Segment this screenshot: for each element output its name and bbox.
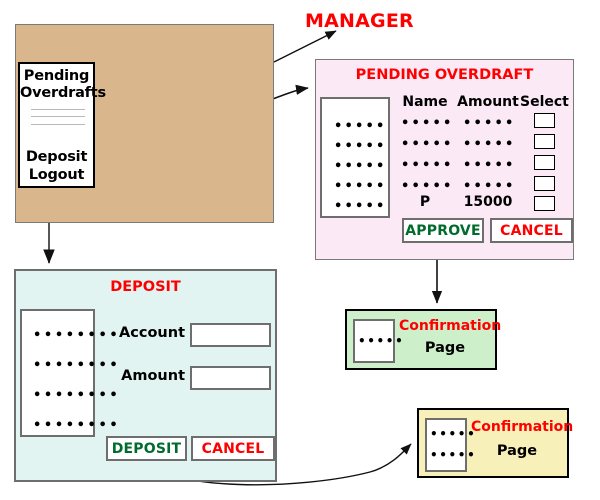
deposit-list-box[interactable]: •••••••• •••••••• •••••••• •••••••• [20,309,118,437]
pending-cancel-button[interactable]: CANCEL [490,218,573,243]
menu-item-logout[interactable]: Logout [20,167,93,183]
manager-label: MANAGER [305,10,414,32]
confirmation-title: Confirmation [399,318,502,334]
pending-list-box[interactable]: ••••• ••••• ••••• ••••• ••••• [320,97,390,218]
customer-menu-box: Pending Overdrafts Deposit Logout [18,62,106,188]
confirmation-subtitle: Page [424,340,466,356]
diagram-canvas: MANAGER Pending Overdrafts Deposit Logou… [0,0,600,500]
cell-name: P [419,194,431,210]
list-item: •••••••• [33,358,121,373]
deposit-title: DEPOSIT [110,279,181,295]
cell-name: ••••• [401,137,454,152]
list-item: •••••••• [33,328,121,343]
list-item: ••••• [334,179,387,194]
list-item: •••••••• [33,418,121,433]
column-header-name: Name [402,94,448,110]
list-item: •••••••• [33,388,121,403]
list-item: ••••• [334,159,387,174]
menu-separator-1 [31,109,85,110]
menu-separator-3 [31,124,85,125]
account-label: Account [119,325,185,341]
menu-item-overdrafts[interactable]: Overdrafts [20,85,106,101]
cell-amount: ••••• [463,137,516,152]
select-checkbox[interactable] [534,155,555,170]
select-checkbox[interactable] [534,176,555,191]
account-field[interactable] [190,323,271,347]
select-checkbox[interactable] [534,113,555,128]
list-item: ••••• [334,119,387,134]
column-header-select: Select [520,94,569,110]
cell-amount: ••••• [463,158,516,173]
menu-item-deposit[interactable]: Deposit [20,149,93,165]
list-item: ••••• [358,334,405,348]
pending-overdraft-title: PENDING OVERDRAFT [355,67,534,83]
column-header-amount: Amount [457,94,519,110]
deposit-submit-button[interactable]: DEPOSIT [106,436,187,461]
menu-separator-2 [31,116,85,117]
list-item: ••••• [334,139,387,154]
menu-item-pending[interactable]: Pending [20,68,93,84]
list-item: ••••• [334,199,387,214]
list-item: ••••• [430,427,477,441]
list-item: ••••• [430,448,477,462]
confirmation-list-box: ••••• [353,319,403,363]
confirmation-title: Confirmation [471,419,574,435]
cell-amount: ••••• [463,179,516,194]
confirmation-list-box: ••••• ••••• [425,418,475,472]
cell-name: ••••• [401,158,454,173]
cell-name: ••••• [401,116,454,131]
cell-amount: ••••• [463,116,516,131]
confirmation-subtitle: Page [496,443,538,459]
cell-amount: 15000 [463,194,513,210]
approve-button[interactable]: APPROVE [402,218,484,243]
confirmation-page-green: ••••• Confirmation Page [345,309,502,370]
select-checkbox[interactable] [534,196,555,211]
amount-label: Amount [121,368,185,384]
arrow-to-manager [273,30,337,63]
cell-name: ••••• [401,179,454,194]
confirmation-page-yellow: ••••• ••••• Confirmation Page [417,408,574,478]
deposit-cancel-button[interactable]: CANCEL [191,436,275,461]
amount-field[interactable] [190,366,271,390]
select-checkbox[interactable] [534,134,555,149]
